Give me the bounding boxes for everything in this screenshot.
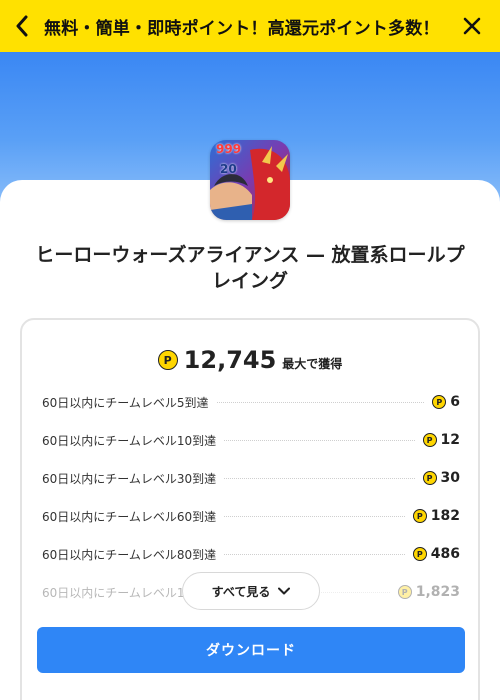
close-icon [463,17,481,35]
icon-number-mid: 20 [220,162,237,176]
reward-points-value: 30 [440,470,460,486]
reward-points-value: 6 [450,394,460,410]
total-points-suffix: 最大で獲得 [282,357,343,371]
icon-number-top: 999 [216,142,242,156]
see-all-label: すべて見る [211,584,271,599]
back-button[interactable] [0,0,44,52]
dotted-leader [216,401,425,403]
reward-points: P 486 [412,546,460,562]
reward-label: 60日以内にチームレベル60到達 [42,509,217,524]
rewards-card: P 12,745 最大で獲得 60日以内にチームレベル5到達 P 6 60日以内… [20,318,480,700]
dotted-leader [224,515,405,517]
total-points-value: 12,745 [183,346,277,374]
app-title-line1: ヒーローウォーズアライアンス — 放置系ロールプ [35,244,465,266]
reward-row: 60日以内にチームレベル30到達 P 30 [42,468,460,488]
reward-points-value: 1,823 [415,584,460,600]
reward-row: 60日以内にチームレベル10到達 P 12 [42,430,460,450]
reward-label: 60日以内にチームレベル30到達 [42,471,217,486]
download-button[interactable]: ダウンロード [37,627,465,673]
point-coin-icon: P [422,471,437,485]
point-coin-icon: P [432,395,447,409]
reward-points: P 12 [422,432,460,448]
point-coin-icon: P [157,350,178,370]
reward-points: P 6 [432,394,460,410]
reward-row: 60日以内にチームレベル60到達 P 182 [42,506,460,526]
reward-points: P 1,823 [397,584,460,600]
point-coin-icon: P [412,509,427,523]
reward-label: 60日以内にチームレベル80到達 [42,547,217,562]
reward-points-value: 182 [430,508,460,524]
reward-points-value: 486 [430,546,460,562]
see-all-button[interactable]: すべて見る [182,572,320,610]
reward-points-value: 12 [440,432,460,448]
reward-row: 60日以内にチームレベル5到達 P 6 [42,392,460,412]
reward-points: P 182 [412,508,460,524]
app-icon: 999 20 [210,140,290,220]
app-title-line2: レイング [211,270,288,292]
top-bar: 無料・簡単・即時ポイント！高還元ポイント多数！ [0,0,500,52]
close-button[interactable] [444,0,500,52]
total-points: P 12,745 最大で獲得 [22,346,478,374]
reward-row: 60日以内にチームレベル80到達 P 486 [42,544,460,564]
dotted-leader [224,553,405,555]
point-coin-icon: P [412,547,427,561]
reward-label: 60日以内にチームレベル10到達 [42,433,217,448]
dotted-leader [224,477,415,479]
reward-label: 60日以内にチームレベル1 [42,585,185,600]
reward-points: P 30 [422,470,460,486]
point-coin-icon: P [397,585,412,599]
chevron-down-icon [278,587,291,595]
reward-label: 60日以内にチームレベル5到達 [42,395,209,410]
point-coin-icon: P [422,433,437,447]
app-title: ヒーローウォーズアライアンス — 放置系ロールプ レイング [20,242,480,294]
dotted-leader [224,439,415,441]
chevron-left-icon [16,15,28,37]
header-title: 無料・簡単・即時ポイント！高還元ポイント多数！ [44,18,440,39]
